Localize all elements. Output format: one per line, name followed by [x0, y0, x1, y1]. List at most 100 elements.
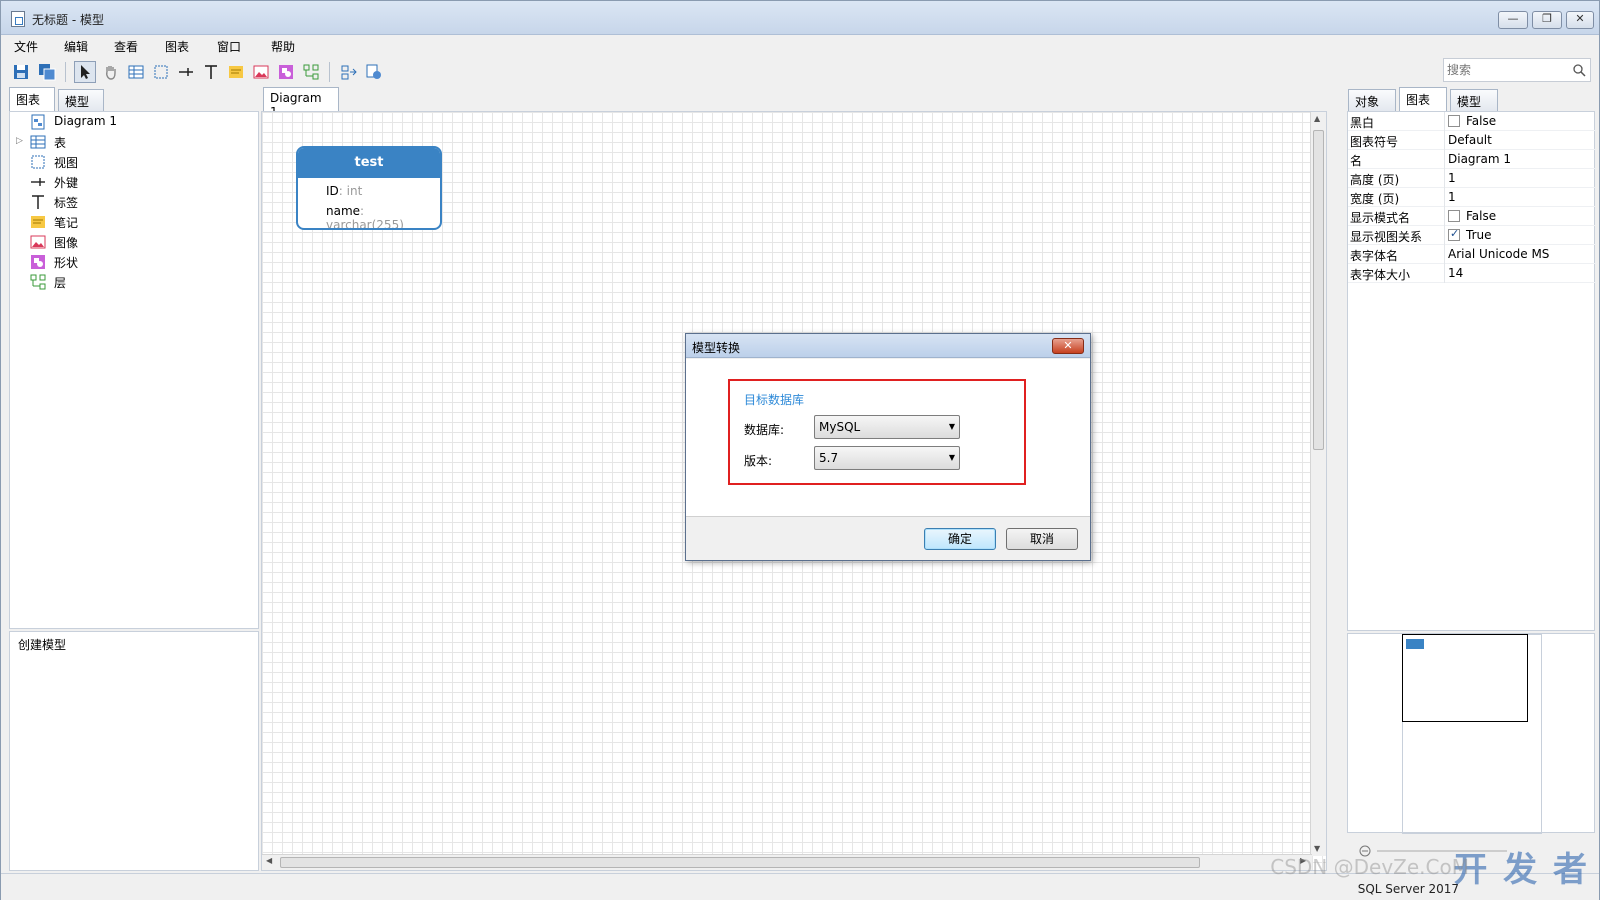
tab-object[interactable]: 对象 — [1348, 89, 1396, 111]
property-key: 表字体大小 — [1350, 268, 1411, 282]
expand-arrow-icon[interactable]: ▷ — [16, 136, 23, 146]
maximize-button[interactable]: ❐ — [1532, 11, 1562, 29]
scroll-thumb[interactable] — [280, 857, 1200, 868]
entity-table-test[interactable]: test ID: int name: varchar(255) — [296, 146, 442, 230]
save-icon[interactable] — [10, 61, 32, 83]
tree-item-foreign-key[interactable]: 外键 — [10, 172, 250, 192]
chevron-down-icon: ▼ — [948, 422, 955, 431]
tree-item-table[interactable]: ▷ 表 — [10, 132, 250, 152]
property-value[interactable]: 1 — [1448, 190, 1456, 204]
property-value[interactable]: Diagram 1 — [1448, 152, 1511, 166]
property-key: 高度 (页) — [1350, 173, 1400, 187]
model-convert-dialog: 模型转换 ✕ 目标数据库 数据库: MySQL ▼ 版本: 5.7 ▼ 确定 取… — [685, 333, 1091, 561]
property-value[interactable]: 14 — [1448, 266, 1463, 280]
layer-tool-icon[interactable] — [300, 61, 322, 83]
auto-layout-icon[interactable] — [338, 61, 360, 83]
property-value[interactable]: 1 — [1448, 171, 1456, 185]
save-as-icon[interactable] — [36, 61, 58, 83]
image-tool-icon[interactable] — [250, 61, 272, 83]
tree-item-label: 图像 — [54, 236, 79, 250]
version-select[interactable]: 5.7 ▼ — [814, 446, 960, 470]
property-row: 表字体名 Arial Unicode MS — [1348, 245, 1596, 264]
property-value[interactable]: False — [1448, 114, 1496, 128]
property-key: 宽度 (页) — [1350, 192, 1400, 206]
scroll-thumb[interactable] — [1313, 130, 1324, 450]
label-tool-icon[interactable] — [200, 61, 222, 83]
app-icon — [11, 11, 25, 27]
tab-diagram[interactable]: 图表 — [9, 87, 55, 111]
property-key: 显示视图关系 — [1350, 230, 1423, 244]
menu-edit[interactable]: 编辑 — [64, 38, 88, 55]
shape-tool-icon[interactable] — [275, 61, 297, 83]
scroll-down-icon[interactable]: ▼ — [1314, 844, 1320, 853]
tree-item-shape[interactable]: 形状 — [10, 252, 250, 272]
property-row: 图表符号 Default — [1348, 131, 1596, 150]
entity-field: name: varchar(255) — [326, 204, 440, 228]
menu-window[interactable]: 窗口 — [217, 38, 241, 55]
ok-button[interactable]: 确定 — [924, 528, 996, 550]
checkbox-checked[interactable] — [1448, 227, 1460, 241]
tree-item-image[interactable]: 图像 — [10, 232, 250, 252]
tree-item-label-tool[interactable]: 标签 — [10, 192, 250, 212]
property-key: 表字体名 — [1350, 249, 1399, 263]
tab-diagram-props[interactable]: 图表 — [1399, 87, 1447, 111]
tab-model-props[interactable]: 模型 — [1450, 89, 1498, 111]
property-row: 名 Diagram 1 — [1348, 150, 1596, 169]
dialog-close-button[interactable]: ✕ — [1052, 338, 1084, 354]
entity-field: ID: int — [326, 184, 362, 198]
property-value[interactable]: Default — [1448, 133, 1492, 147]
tab-model[interactable]: 模型 — [58, 89, 104, 111]
model-convert-icon[interactable] — [363, 61, 385, 83]
pointer-tool-icon[interactable] — [74, 61, 96, 83]
tree-item-view[interactable]: 视图 — [10, 152, 250, 172]
target-db-group-title: 目标数据库 — [744, 393, 805, 407]
checkbox[interactable] — [1448, 210, 1460, 222]
tree-item-label: 笔记 — [54, 216, 79, 230]
tree-item-note[interactable]: 笔记 — [10, 212, 250, 232]
tree-item-label: 表 — [54, 136, 67, 150]
info-panel: 创建模型 — [9, 631, 259, 871]
tree-item-diagram[interactable]: Diagram 1 — [10, 112, 250, 132]
tree-item-label: 形状 — [54, 256, 79, 270]
menu-diagram[interactable]: 图表 — [165, 38, 189, 55]
property-row: 显示模式名 False — [1348, 207, 1596, 226]
info-panel-label: 创建模型 — [18, 638, 67, 652]
horizontal-scrollbar[interactable]: ◀ ▶ — [262, 854, 1312, 870]
overview-panel[interactable] — [1347, 633, 1595, 834]
checkbox[interactable] — [1448, 115, 1460, 127]
property-value[interactable]: False — [1448, 209, 1496, 223]
toolbar — [1, 57, 1599, 87]
property-key: 图表符号 — [1350, 135, 1399, 149]
minimize-button[interactable]: — — [1498, 11, 1528, 29]
note-tool-icon[interactable] — [225, 61, 247, 83]
scroll-left-icon[interactable]: ◀ — [266, 856, 272, 865]
scroll-up-icon[interactable]: ▲ — [1314, 114, 1320, 123]
database-select[interactable]: MySQL ▼ — [814, 415, 960, 439]
close-button[interactable]: ✕ — [1566, 11, 1594, 29]
hand-tool-icon[interactable] — [100, 61, 122, 83]
menu-view[interactable]: 查看 — [114, 38, 138, 55]
property-key: 黑白 — [1350, 116, 1375, 130]
layer-icon — [30, 274, 46, 290]
new-table-tool-icon[interactable] — [125, 61, 147, 83]
property-value[interactable]: Arial Unicode MS — [1448, 247, 1549, 261]
tree-item-layer[interactable]: 层 — [10, 272, 250, 292]
foreign-key-tool-icon[interactable] — [175, 61, 197, 83]
search-icon[interactable] — [1572, 63, 1586, 77]
object-tree-panel: Diagram 1 ▷ 表 视图 外键 标签 笔记 图像 形状 层 — [9, 111, 259, 629]
property-row: 黑白 False — [1348, 112, 1596, 131]
cancel-button[interactable]: 取消 — [1006, 528, 1078, 550]
property-value[interactable]: True — [1448, 227, 1492, 242]
note-icon — [31, 216, 45, 228]
title-bar: 无标题 - 模型 — ❐ ✕ — [1, 1, 1599, 35]
new-view-tool-icon[interactable] — [150, 61, 172, 83]
search-input[interactable] — [1444, 59, 1564, 81]
app-window: 无标题 - 模型 — ❐ ✕ 文件 编辑 查看 图表 窗口 帮助 搜索 图表 模… — [0, 0, 1600, 900]
table-icon — [30, 135, 46, 149]
window-title: 无标题 - 模型 — [32, 13, 104, 27]
menu-file[interactable]: 文件 — [14, 38, 38, 55]
tab-diagram-1[interactable]: Diagram 1 — [263, 87, 339, 119]
menu-help[interactable]: 帮助 — [271, 38, 295, 55]
property-row: 高度 (页) 1 — [1348, 169, 1596, 188]
vertical-scrollbar[interactable]: ▲ ▼ — [1310, 112, 1326, 856]
